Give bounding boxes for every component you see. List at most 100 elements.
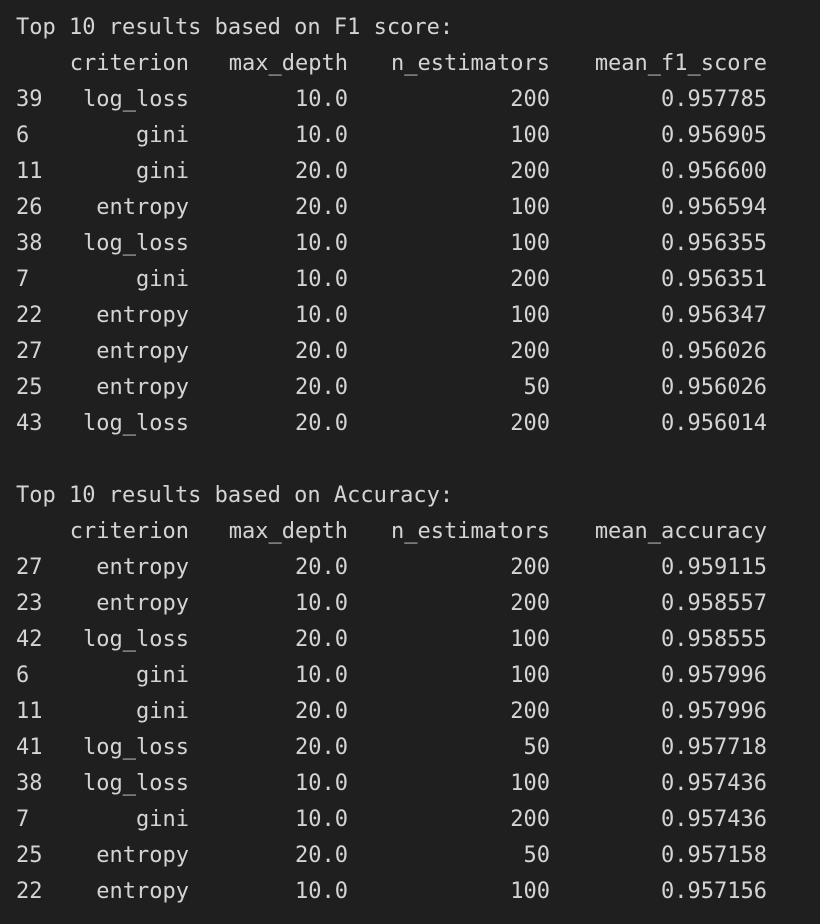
cell-criterion: entropy <box>96 303 189 328</box>
cell-score: 0.957996 <box>661 699 767 724</box>
cell-criterion: entropy <box>96 843 189 868</box>
table-row: 6 gini 10.0 100 0.957996 <box>0 658 820 694</box>
cell-score: 0.956014 <box>661 411 767 436</box>
row-index: 11 <box>16 699 43 724</box>
table-row: 7 gini 10.0 200 0.957436 <box>0 802 820 838</box>
cell-criterion: gini <box>136 267 189 292</box>
section-title: Top 10 results based on Accuracy: <box>0 478 820 514</box>
table-row: 38 log_loss 10.0 100 0.957436 <box>0 766 820 802</box>
row-index: 38 <box>16 771 43 796</box>
table-header: criterion max_depth n_estimators mean_ac… <box>0 514 820 550</box>
table-row: 41 log_loss 20.0 50 0.957718 <box>0 730 820 766</box>
cell-max-depth: 20.0 <box>295 555 348 580</box>
cell-max-depth: 10.0 <box>295 591 348 616</box>
table-row: 11 gini 20.0 200 0.957996 <box>0 694 820 730</box>
row-index: 23 <box>16 591 43 616</box>
cell-criterion: entropy <box>96 879 189 904</box>
cell-criterion: entropy <box>96 555 189 580</box>
cell-score: 0.958555 <box>661 627 767 652</box>
row-index: 11 <box>16 159 43 184</box>
cell-criterion: entropy <box>96 195 189 220</box>
row-index: 25 <box>16 375 43 400</box>
cell-n-estimators: 200 <box>510 87 550 112</box>
column-header-criterion: criterion <box>69 51 189 76</box>
cell-criterion: gini <box>136 663 189 688</box>
cell-n-estimators: 50 <box>523 735 551 760</box>
table-row: 26 entropy 20.0 100 0.956594 <box>0 190 820 226</box>
row-index: 43 <box>16 411 43 436</box>
column-header-criterion: criterion <box>69 519 189 544</box>
cell-criterion: gini <box>136 123 189 148</box>
cell-score: 0.957718 <box>661 735 767 760</box>
cell-criterion: gini <box>136 807 189 832</box>
cell-n-estimators: 100 <box>510 627 550 652</box>
cell-n-estimators: 100 <box>510 303 550 328</box>
table-row: 22 entropy 10.0 100 0.957156 <box>0 874 820 910</box>
cell-score: 0.959115 <box>661 555 767 580</box>
row-index: 6 <box>16 123 30 148</box>
cell-max-depth: 20.0 <box>295 339 348 364</box>
cell-max-depth: 20.0 <box>295 627 348 652</box>
cell-criterion: log_loss <box>83 87 189 112</box>
column-header-max-depth: max_depth <box>228 51 348 76</box>
terminal-output: Top 10 results based on F1 score: criter… <box>0 0 820 924</box>
row-index: 42 <box>16 627 43 652</box>
cell-criterion: gini <box>136 699 189 724</box>
cell-n-estimators: 50 <box>523 375 551 400</box>
section-title: Top 10 results based on F1 score: <box>0 10 820 46</box>
table-row: 22 entropy 10.0 100 0.956347 <box>0 298 820 334</box>
cell-n-estimators: 200 <box>510 411 550 436</box>
cell-max-depth: 10.0 <box>295 807 348 832</box>
column-header-n-estimators: n_estimators <box>391 51 550 76</box>
cell-max-depth: 10.0 <box>295 87 348 112</box>
cell-score: 0.957436 <box>661 807 767 832</box>
row-index: 6 <box>16 663 30 688</box>
cell-criterion: log_loss <box>83 771 189 796</box>
cell-n-estimators: 100 <box>510 771 550 796</box>
cell-max-depth: 20.0 <box>295 159 348 184</box>
cell-n-estimators: 100 <box>510 123 550 148</box>
table-row: 39 log_loss 10.0 200 0.957785 <box>0 82 820 118</box>
table-row: 11 gini 20.0 200 0.956600 <box>0 154 820 190</box>
column-header-max-depth: max_depth <box>228 519 348 544</box>
cell-score: 0.957436 <box>661 771 767 796</box>
cell-n-estimators: 200 <box>510 267 550 292</box>
column-header-mean-accuracy: mean_accuracy <box>594 519 767 544</box>
cell-score: 0.957156 <box>661 879 767 904</box>
column-header-n-estimators: n_estimators <box>391 519 550 544</box>
row-index: 25 <box>16 843 43 868</box>
cell-criterion: entropy <box>96 339 189 364</box>
table-row: 23 entropy 10.0 200 0.958557 <box>0 586 820 622</box>
row-index: 38 <box>16 231 43 256</box>
table-row: 25 entropy 20.0 50 0.956026 <box>0 370 820 406</box>
cell-n-estimators: 200 <box>510 807 550 832</box>
cell-score: 0.958557 <box>661 591 767 616</box>
cell-max-depth: 20.0 <box>295 699 348 724</box>
cell-max-depth: 10.0 <box>295 231 348 256</box>
cell-score: 0.956026 <box>661 339 767 364</box>
table-row: 38 log_loss 10.0 100 0.956355 <box>0 226 820 262</box>
cell-score: 0.957158 <box>661 843 767 868</box>
table-row: 27 entropy 20.0 200 0.959115 <box>0 550 820 586</box>
row-index: 26 <box>16 195 43 220</box>
cell-max-depth: 20.0 <box>295 843 348 868</box>
table-row: 7 gini 10.0 200 0.956351 <box>0 262 820 298</box>
cell-score: 0.956905 <box>661 123 767 148</box>
table-row: 27 entropy 20.0 200 0.956026 <box>0 334 820 370</box>
cell-n-estimators: 100 <box>510 879 550 904</box>
cell-score: 0.956026 <box>661 375 767 400</box>
cell-n-estimators: 50 <box>523 843 551 868</box>
cell-max-depth: 10.0 <box>295 771 348 796</box>
cell-criterion: log_loss <box>83 411 189 436</box>
row-index: 39 <box>16 87 43 112</box>
row-index: 22 <box>16 303 43 328</box>
cell-n-estimators: 200 <box>510 555 550 580</box>
cell-max-depth: 10.0 <box>295 123 348 148</box>
cell-n-estimators: 100 <box>510 231 550 256</box>
cell-max-depth: 20.0 <box>295 195 348 220</box>
cell-max-depth: 10.0 <box>295 879 348 904</box>
row-index: 7 <box>16 267 30 292</box>
cell-n-estimators: 200 <box>510 159 550 184</box>
cell-score: 0.956355 <box>661 231 767 256</box>
cell-n-estimators: 100 <box>510 195 550 220</box>
